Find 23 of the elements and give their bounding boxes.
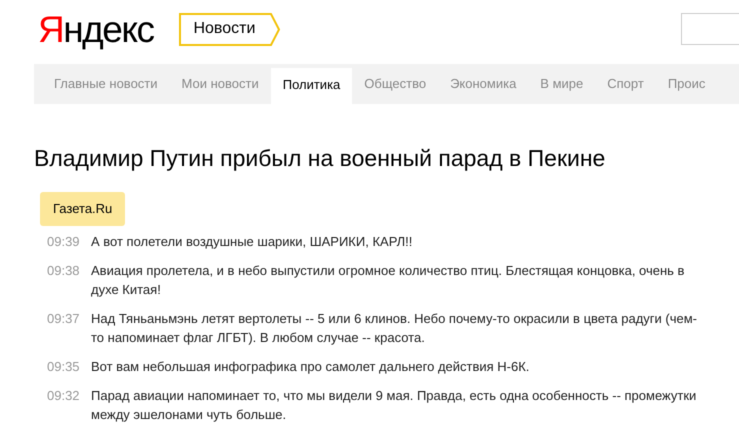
category-tab[interactable]: Спорт	[595, 64, 656, 104]
entry-text: Вот вам небольшая инфографика про самолет дальнего действия Н-6К.	[91, 358, 530, 376]
headline: Владимир Путин прибыл на военный парад в Пекине	[34, 144, 606, 173]
source-badge[interactable]: Газета.Ru	[40, 192, 126, 226]
category-tab[interactable]: Общество	[352, 64, 438, 104]
entry-time: 09:35	[47, 358, 81, 376]
entry-text: Авиация пролетела, и в небо выпустили огромное количество птиц. Блестящая концовка, очень в духе Китая!	[91, 262, 686, 298]
entry-text: Парад авиации напоминает то, что мы видели 9 мая. Правда, есть одна особенность -- промежутки между эшелонами чуть больше.	[91, 386, 698, 424]
entry-time: 09:38	[47, 262, 81, 280]
search-field[interactable]	[681, 13, 739, 45]
category-tab[interactable]: Проис	[656, 64, 718, 104]
entry-time: 09:39	[47, 232, 81, 250]
entry-time: 09:37	[47, 310, 81, 328]
category-tab[interactable]: Политика	[270, 68, 352, 104]
category-tab[interactable]: Экономика	[438, 64, 528, 104]
entry-time: 09:32	[47, 386, 81, 404]
category-tab[interactable]: Главные новости	[42, 64, 170, 104]
entry-text: Над Тяньаньмэнь летят вертолеты -- 5 или 6 клинов. Небо почему-то окрасили в цвета радуги (чем-то напоминает флаг ЛГБТ). В любом случае -- красота.	[91, 310, 698, 346]
news-service-link[interactable]: Новости	[179, 12, 280, 46]
entry-text: А вот полетели воздушные шарики, ШАРИКИ, КАРЛ!!	[91, 232, 412, 250]
category-tab[interactable]: В мире	[528, 64, 596, 104]
category-tab[interactable]: Мои новости	[170, 64, 271, 104]
yandex-logo[interactable]: Яндекс	[38, 10, 154, 48]
